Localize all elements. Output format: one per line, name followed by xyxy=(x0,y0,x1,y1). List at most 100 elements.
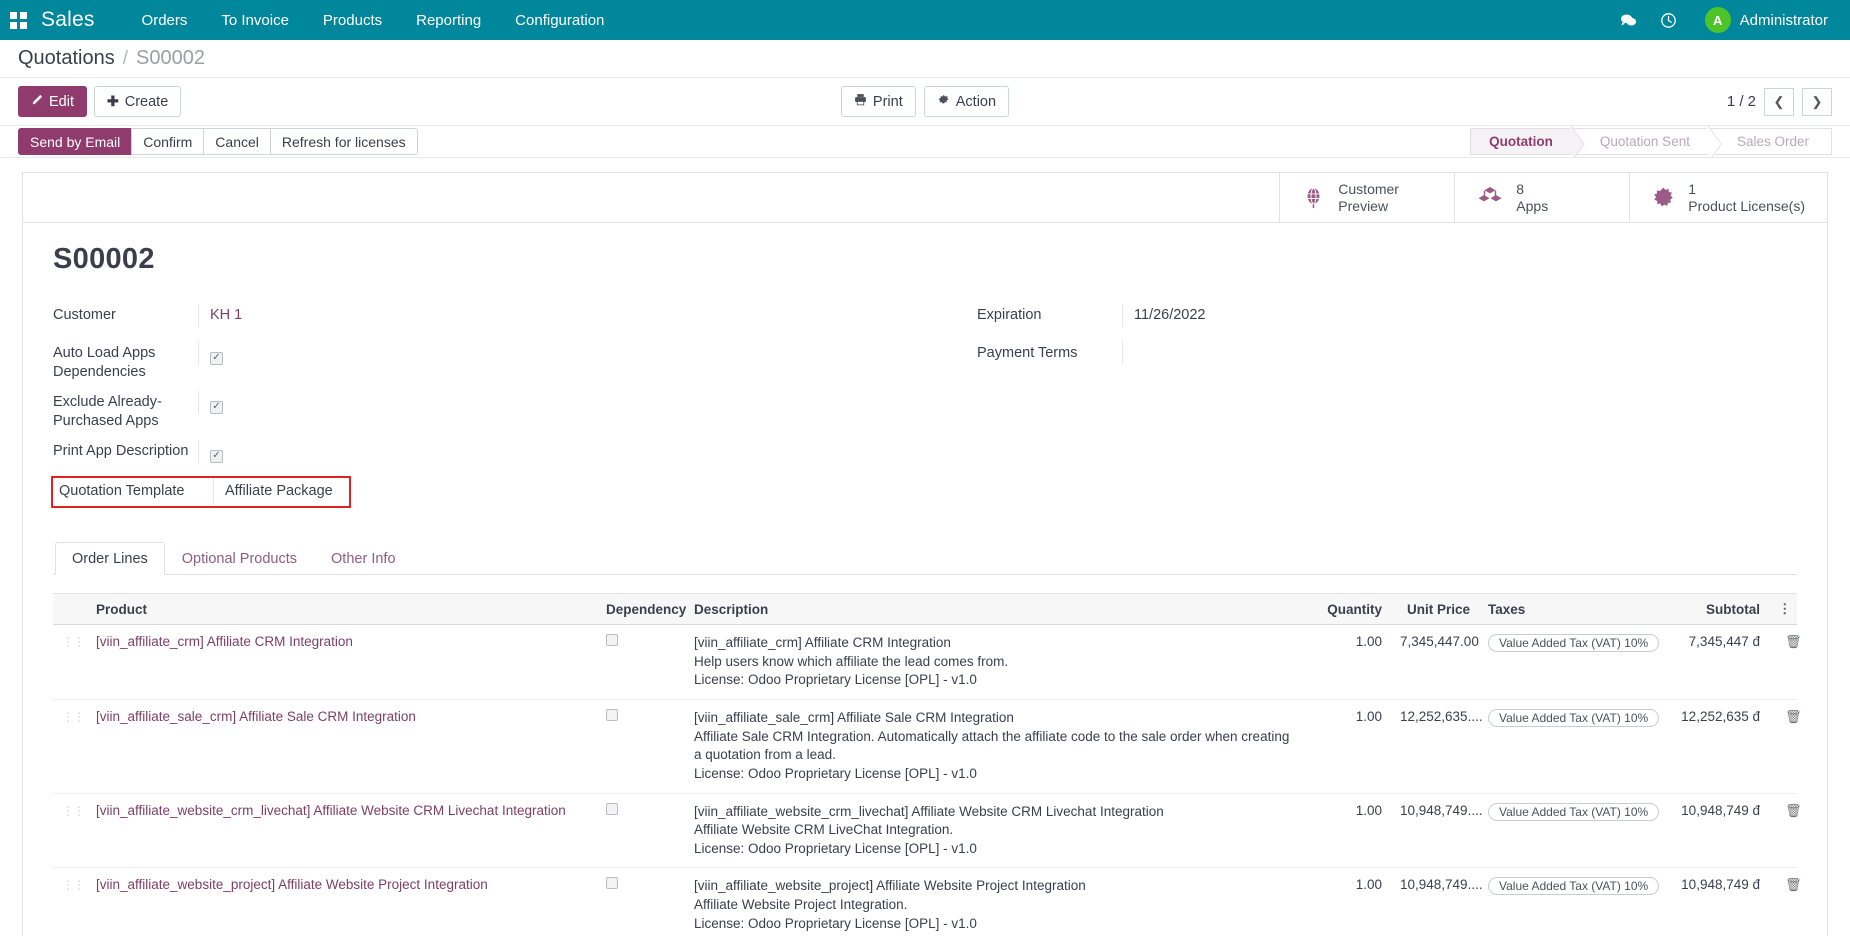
delete-row-button[interactable]: 🗑 xyxy=(1769,625,1797,700)
chevron-right-icon[interactable]: ❯ xyxy=(1802,88,1832,116)
cell-taxes[interactable]: Value Added Tax (VAT) 10% xyxy=(1479,700,1661,794)
description-line-3: License: Odoo Proprietary License [OPL] … xyxy=(694,671,1300,690)
cell-description[interactable]: [viin_affiliate_website_project] Affilia… xyxy=(685,868,1309,936)
apps-grid-icon[interactable] xyxy=(10,12,27,29)
stat-line-1: 1 xyxy=(1688,181,1805,198)
cell-quantity[interactable]: 1.00 xyxy=(1309,868,1391,936)
tab-order-lines[interactable]: Order Lines xyxy=(55,542,165,575)
menu-item-orders[interactable]: Orders xyxy=(125,0,205,40)
cell-taxes[interactable]: Value Added Tax (VAT) 10% xyxy=(1479,625,1661,700)
menu-item-reporting[interactable]: Reporting xyxy=(399,0,498,40)
tab-other-info[interactable]: Other Info xyxy=(314,542,412,575)
row-drag-handle[interactable]: ⋮⋮ xyxy=(53,868,87,936)
trash-icon[interactable]: 🗑 xyxy=(1785,634,1802,649)
stage-statusbar: Quotation Quotation Sent Sales Order xyxy=(1470,128,1832,155)
send-by-email-button[interactable]: Send by Email xyxy=(18,128,132,155)
table-row[interactable]: ⋮⋮ [viin_affiliate_website_crm_livechat]… xyxy=(53,793,1797,868)
trash-icon[interactable]: 🗑 xyxy=(1785,877,1802,892)
user-menu[interactable]: A Administrator xyxy=(1691,7,1834,33)
print-button[interactable]: Print xyxy=(841,86,916,117)
navbar-right: A Administrator xyxy=(1611,0,1834,40)
cell-taxes[interactable]: Value Added Tax (VAT) 10% xyxy=(1479,793,1661,868)
col-unit-price[interactable]: Unit Price xyxy=(1391,594,1479,625)
dependency-checkbox[interactable] xyxy=(606,709,618,721)
stage-quotation[interactable]: Quotation xyxy=(1470,128,1573,155)
stat-button-customer-preview[interactable]: Customer Preview xyxy=(1279,173,1454,222)
cell-product[interactable]: [viin_affiliate_sale_crm] Affiliate Sale… xyxy=(96,709,416,724)
stage-quotation-sent[interactable]: Quotation Sent xyxy=(1573,128,1710,155)
table-row[interactable]: ⋮⋮ [viin_affiliate_sale_crm] Affiliate S… xyxy=(53,700,1797,794)
dependency-checkbox[interactable] xyxy=(606,877,618,889)
cell-quantity[interactable]: 1.00 xyxy=(1309,625,1391,700)
form-fields: Customer KH 1 Auto Load Apps Dependencie… xyxy=(53,304,1797,516)
col-subtotal[interactable]: Subtotal xyxy=(1661,594,1769,625)
table-row[interactable]: ⋮⋮ [viin_affiliate_crm] Affiliate CRM In… xyxy=(53,625,1797,700)
cell-taxes[interactable]: Value Added Tax (VAT) 10% xyxy=(1479,868,1661,936)
cell-quantity[interactable]: 1.00 xyxy=(1309,700,1391,794)
col-dependency[interactable]: Dependency xyxy=(597,594,685,625)
dependency-checkbox[interactable] xyxy=(606,803,618,815)
table-row[interactable]: ⋮⋮ [viin_affiliate_website_project] Affi… xyxy=(53,868,1797,936)
stage-sales-order[interactable]: Sales Order xyxy=(1710,128,1832,155)
plus-icon: ✚ xyxy=(107,93,119,110)
order-lines-body: ⋮⋮ [viin_affiliate_crm] Affiliate CRM In… xyxy=(53,625,1797,936)
auto-load-apps-dependencies-checkbox[interactable]: ✓ xyxy=(210,352,223,365)
menu-item-products[interactable]: Products xyxy=(306,0,399,40)
cell-unit-price[interactable]: 12,252,635.... xyxy=(1391,700,1479,794)
cell-quantity[interactable]: 1.00 xyxy=(1309,793,1391,868)
refresh-for-licenses-button[interactable]: Refresh for licenses xyxy=(270,128,418,155)
row-drag-handle[interactable]: ⋮⋮ xyxy=(53,700,87,794)
gear-icon xyxy=(937,93,950,110)
dependency-checkbox[interactable] xyxy=(606,634,618,646)
cell-unit-price[interactable]: 10,948,749.... xyxy=(1391,793,1479,868)
cell-unit-price[interactable]: 7,345,447.00 xyxy=(1391,625,1479,700)
vertical-dots-icon[interactable]: ⋮ xyxy=(1769,594,1797,625)
chevron-left-icon[interactable]: ❮ xyxy=(1764,88,1794,116)
breadcrumb-root[interactable]: Quotations xyxy=(18,47,115,70)
field-customer-value[interactable]: KH 1 xyxy=(210,307,242,323)
cell-product[interactable]: [viin_affiliate_website_crm_livechat] Af… xyxy=(96,803,566,818)
cell-description[interactable]: [viin_affiliate_sale_crm] Affiliate Sale… xyxy=(685,700,1309,794)
cell-description[interactable]: [viin_affiliate_website_crm_livechat] Af… xyxy=(685,793,1309,868)
delete-row-button[interactable]: 🗑 xyxy=(1769,793,1797,868)
user-name: Administrator xyxy=(1740,12,1828,29)
col-product[interactable]: Product xyxy=(87,594,597,625)
trash-icon[interactable]: 🗑 xyxy=(1785,709,1802,724)
field-expiration-value[interactable]: 11/26/2022 xyxy=(1134,307,1206,323)
row-drag-handle[interactable]: ⋮⋮ xyxy=(53,793,87,868)
description-line-3: License: Odoo Proprietary License [OPL] … xyxy=(694,915,1300,934)
page-title: S00002 xyxy=(53,243,1797,276)
tab-optional-products[interactable]: Optional Products xyxy=(165,542,314,575)
edit-button[interactable]: Edit xyxy=(18,86,87,117)
col-taxes[interactable]: Taxes xyxy=(1479,594,1661,625)
menu-item-to-invoice[interactable]: To Invoice xyxy=(204,0,306,40)
action-button[interactable]: Action xyxy=(924,86,1009,117)
cell-description[interactable]: [viin_affiliate_crm] Affiliate CRM Integ… xyxy=(685,625,1309,700)
field-quotation-template-value[interactable]: Affiliate Package xyxy=(225,483,333,499)
confirm-button[interactable]: Confirm xyxy=(131,128,204,155)
stat-button-product-licenses[interactable]: 1 Product License(s) xyxy=(1629,173,1827,222)
edit-button-label: Edit xyxy=(49,94,74,110)
cell-unit-price[interactable]: 10,948,749.... xyxy=(1391,868,1479,936)
col-description[interactable]: Description xyxy=(685,594,1309,625)
trash-icon[interactable]: 🗑 xyxy=(1785,803,1802,818)
menu-item-configuration[interactable]: Configuration xyxy=(498,0,621,40)
row-drag-handle[interactable]: ⋮⋮ xyxy=(53,625,87,700)
delete-row-button[interactable]: 🗑 xyxy=(1769,700,1797,794)
stat-line-2: Product License(s) xyxy=(1688,198,1805,214)
cancel-button[interactable]: Cancel xyxy=(203,128,271,155)
chat-bubble-icon[interactable] xyxy=(1611,0,1647,40)
field-exclude-already-purchased-apps: Exclude Already-Purchased Apps ✓ xyxy=(53,391,925,430)
create-button[interactable]: ✚ Create xyxy=(94,86,181,117)
cell-product[interactable]: [viin_affiliate_website_project] Affilia… xyxy=(96,877,488,892)
clock-icon[interactable] xyxy=(1651,0,1687,40)
cell-product[interactable]: [viin_affiliate_crm] Affiliate CRM Integ… xyxy=(96,634,353,649)
cubes-icon xyxy=(1477,186,1503,210)
print-app-description-checkbox[interactable]: ✓ xyxy=(210,450,223,463)
delete-row-button[interactable]: 🗑 xyxy=(1769,868,1797,936)
description-line-1: [viin_affiliate_website_crm_livechat] Af… xyxy=(694,803,1300,822)
exclude-already-purchased-apps-checkbox[interactable]: ✓ xyxy=(210,401,223,414)
app-brand-sales[interactable]: Sales xyxy=(41,8,95,32)
col-quantity[interactable]: Quantity xyxy=(1309,594,1391,625)
stat-button-apps[interactable]: 8 Apps xyxy=(1454,173,1629,222)
